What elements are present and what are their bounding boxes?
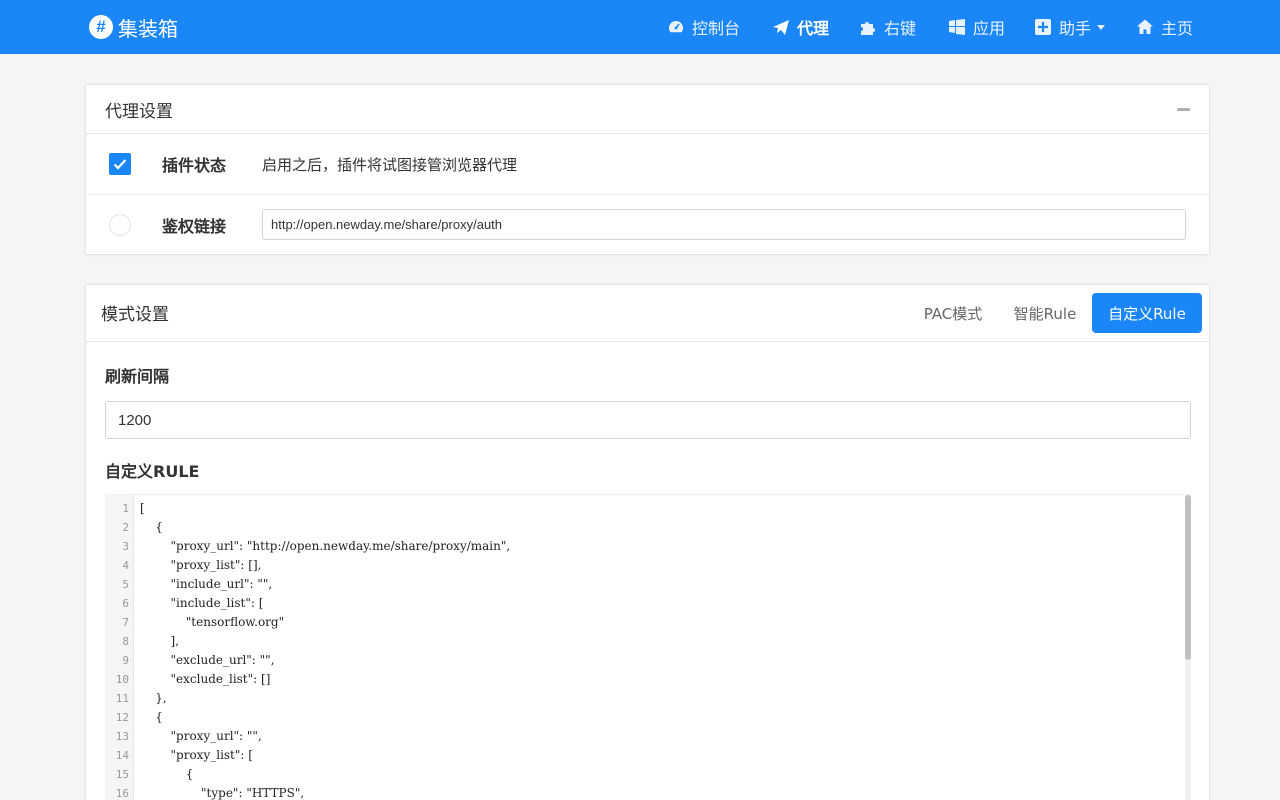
line-number: 11 (115, 692, 129, 705)
collapse-icon[interactable] (1177, 108, 1190, 111)
proxy-settings-card: 代理设置 插件状态 启用之后，插件将试图接管浏览器代理 鉴权链接 (85, 84, 1210, 255)
home-icon (1137, 19, 1153, 34)
brand-name: 集装箱 (118, 16, 178, 41)
refresh-interval-label: 刷新间隔 (105, 367, 170, 386)
line-number: 12 (115, 711, 129, 724)
code-line: "proxy_list": [], (140, 558, 262, 572)
windows-icon (949, 19, 965, 35)
brand[interactable]: # 集装箱 (89, 13, 178, 41)
nav-item-apps[interactable]: 应用 (948, 0, 1005, 54)
code-line: "tensorflow.org" (140, 615, 285, 629)
code-line: "exclude_url": "", (140, 653, 275, 667)
line-number: 7 (122, 616, 129, 629)
line-number: 6 (122, 597, 129, 610)
code-line: "type": "HTTPS", (140, 786, 305, 800)
code-line: "include_list": [ (140, 596, 264, 610)
mode-settings-card: 模式设置 PAC模式 智能Rule 自定义Rule 刷新间隔 自定义RULE 1… (85, 284, 1210, 800)
code-line: "exclude_list": [] (140, 672, 271, 686)
plugin-status-row: 插件状态 启用之后，插件将试图接管浏览器代理 (86, 134, 1209, 195)
nav-item-proxy[interactable]: 代理 (772, 0, 829, 54)
line-number: 16 (115, 787, 129, 800)
plus-square-icon (1035, 19, 1051, 35)
code-line: }, (140, 691, 167, 705)
chevron-down-icon (1097, 24, 1106, 30)
card-title: 模式设置 (101, 305, 169, 325)
tachometer-icon (669, 21, 683, 33)
line-number: 15 (115, 768, 129, 781)
nav-item-label: 助手 (1059, 19, 1092, 38)
nav-item-context-menu[interactable]: 右键 (859, 0, 916, 54)
line-number: 1 (122, 502, 129, 515)
brand-logo: # (89, 15, 113, 39)
custom-rule-code-editor[interactable]: 1 2 3 4 5 6 7 8 9 10 11 12 13 14 15 16 [ { "proxy_url":… (105, 494, 1191, 800)
line-number: 2 (122, 521, 129, 534)
code-line: "proxy_url": "", (140, 729, 262, 743)
line-number: 4 (122, 559, 129, 572)
line-number: 10 (115, 673, 129, 686)
code-line: { (140, 710, 163, 724)
line-number: 8 (122, 635, 129, 648)
plugin-status-description: 启用之后，插件将试图接管浏览器代理 (262, 156, 518, 174)
card-title: 代理设置 (105, 102, 173, 122)
nav-item-label: 控制台 (692, 19, 741, 38)
code-line: [ (140, 501, 145, 515)
code-line: { (140, 520, 163, 534)
card-header: 代理设置 (86, 85, 1209, 134)
nav-item-label: 代理 (797, 19, 830, 38)
auth-link-input[interactable] (262, 209, 1186, 240)
auth-link-radio[interactable] (109, 214, 131, 236)
line-number: 3 (122, 540, 129, 553)
refresh-interval-input[interactable] (105, 401, 1191, 439)
paper-plane-icon (773, 20, 789, 35)
editor-scrollbar-thumb[interactable] (1185, 495, 1191, 660)
editor-scrollbar-track[interactable] (1185, 495, 1191, 800)
check-icon (113, 159, 127, 170)
custom-rule-label: 自定义RULE (105, 462, 200, 481)
nav-item-label: 右键 (884, 19, 917, 38)
code-line: "include_url": "", (140, 577, 273, 591)
editor-gutter: 1 2 3 4 5 6 7 8 9 10 11 12 13 14 15 16 (105, 495, 134, 800)
nav-item-dashboard[interactable]: 控制台 (667, 0, 740, 54)
top-navbar: # 集装箱 控制台 代理 右键 应用 助手 主页 (0, 0, 1280, 54)
line-number: 14 (115, 749, 129, 762)
nav-item-home[interactable]: 主页 (1136, 0, 1193, 54)
code-line: "proxy_url": "http://open.newday.me/shar… (140, 539, 511, 553)
auth-link-label: 鉴权链接 (162, 217, 227, 236)
line-number: 13 (115, 730, 129, 743)
code-line: ], (140, 634, 180, 648)
tab-smart-rule[interactable]: 智能Rule (1003, 293, 1087, 333)
code-line: { (140, 767, 194, 781)
nav-item-label: 应用 (973, 19, 1006, 38)
nav-item-assistant-dropdown[interactable]: 助手 (1034, 0, 1106, 54)
plugin-status-label: 插件状态 (162, 156, 227, 175)
line-number: 9 (122, 654, 129, 667)
puzzle-icon (861, 22, 875, 35)
tab-pac-mode[interactable]: PAC模式 (913, 293, 993, 333)
line-number: 5 (122, 578, 129, 591)
code-line: "proxy_list": [ (140, 748, 253, 762)
card-header: 模式设置 PAC模式 智能Rule 自定义Rule (86, 285, 1209, 342)
nav-item-label: 主页 (1161, 19, 1194, 38)
plugin-status-checkbox[interactable] (109, 153, 131, 175)
auth-link-row: 鉴权链接 (86, 195, 1209, 256)
tab-custom-rule[interactable]: 自定义Rule (1092, 293, 1202, 333)
